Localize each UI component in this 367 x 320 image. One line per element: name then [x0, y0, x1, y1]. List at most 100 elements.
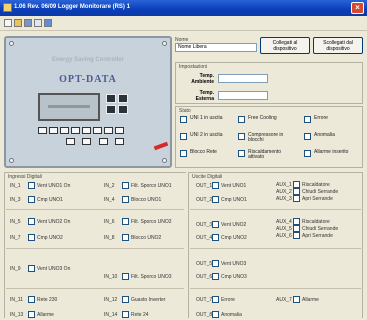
- input-checkbox[interactable]: [28, 311, 35, 318]
- row-divider: [6, 248, 184, 249]
- row-divider: [6, 209, 184, 210]
- input-label: Cmp UNO1: [37, 197, 63, 203]
- status-checkbox[interactable]: [180, 116, 187, 123]
- input-checkbox[interactable]: [28, 234, 35, 241]
- status-checkbox[interactable]: [304, 133, 311, 140]
- input-label: Allarme: [37, 312, 54, 318]
- input-checkbox[interactable]: [122, 296, 129, 303]
- stylus-icon: [153, 141, 169, 151]
- input-label: Vent UNO2 On: [37, 219, 71, 225]
- input-checkbox[interactable]: [28, 218, 35, 225]
- input-prefix: IN_1: [10, 183, 21, 189]
- aux-checkbox[interactable]: [293, 218, 300, 225]
- aux-label: Apri Serrande: [302, 233, 333, 239]
- output-label: Vent UNO2: [221, 222, 247, 228]
- status-label: Compressore in blocchi: [248, 132, 284, 143]
- input-label: Blocco UNO2: [131, 235, 162, 241]
- input-checkbox[interactable]: [122, 234, 129, 241]
- screw-icon: [162, 158, 167, 163]
- input-label: Rete 24: [131, 312, 149, 318]
- input-checkbox[interactable]: [122, 311, 129, 318]
- toolbar: [0, 16, 367, 31]
- input-label: Vent UNO1 On: [37, 183, 71, 189]
- save-icon[interactable]: [24, 19, 32, 27]
- aux-prefix: AUX_4: [276, 219, 292, 225]
- input-checkbox[interactable]: [122, 273, 129, 280]
- output-checkbox[interactable]: [212, 234, 219, 241]
- device-key: [66, 138, 75, 145]
- device-panel-image: Energy Saving Controller OPT-DATA: [4, 36, 172, 168]
- input-checkbox[interactable]: [122, 218, 129, 225]
- settings-section-label: Impostazioni: [179, 64, 208, 70]
- output-checkbox[interactable]: [212, 273, 219, 280]
- input-prefix: IN_4: [104, 197, 115, 203]
- status-checkbox[interactable]: [238, 116, 245, 123]
- status-checkbox[interactable]: [180, 150, 187, 157]
- print-icon[interactable]: [34, 19, 42, 27]
- output-checkbox[interactable]: [212, 196, 219, 203]
- output-label: Anomalia: [221, 312, 242, 318]
- aux-checkbox[interactable]: [293, 195, 300, 202]
- status-checkbox[interactable]: [180, 133, 187, 140]
- open-icon[interactable]: [14, 19, 22, 27]
- disconnect-button[interactable]: Scollegati dal dispositivo: [313, 37, 363, 54]
- status-label: Riscaldamento attivato: [248, 149, 282, 160]
- aux-label: Apri Serrande: [302, 196, 333, 202]
- input-label: Filt. Sporco UNO2: [131, 219, 172, 225]
- output-checkbox[interactable]: [212, 221, 219, 228]
- device-title: Energy Saving Controller: [51, 57, 124, 63]
- screw-icon: [9, 41, 14, 46]
- aux-prefix: AUX_1: [276, 182, 292, 188]
- device-brand: OPT-DATA: [59, 74, 117, 85]
- status-checkbox[interactable]: [304, 116, 311, 123]
- input-label: Filt. Sporco UNO1: [131, 183, 172, 189]
- input-label: Guasto Inverter: [131, 297, 166, 303]
- output-label: Cmp UNO2: [221, 235, 247, 241]
- input-label: Filt. Sporco UNO3: [131, 274, 172, 280]
- status-label: Free Cooling: [248, 115, 277, 121]
- input-checkbox[interactable]: [122, 182, 129, 189]
- device-key: [71, 127, 80, 134]
- input-checkbox[interactable]: [122, 196, 129, 203]
- output-prefix: OUT_4: [196, 235, 213, 241]
- aux-checkbox[interactable]: [293, 188, 300, 195]
- output-checkbox[interactable]: [212, 260, 219, 267]
- help-icon[interactable]: [44, 19, 52, 27]
- status-checkbox[interactable]: [238, 133, 245, 140]
- aux-checkbox[interactable]: [293, 181, 300, 188]
- status-checkbox[interactable]: [304, 150, 311, 157]
- connect-button[interactable]: Collegati al dispositivo: [260, 37, 310, 54]
- app-icon: [3, 3, 12, 12]
- input-checkbox[interactable]: [28, 296, 35, 303]
- aux-label: Chiudi Serrande: [302, 189, 339, 195]
- output-prefix: OUT_6: [196, 274, 213, 280]
- row-divider: [190, 248, 361, 249]
- status-panel: Stato UNI 1 in uscita Free Cooling Error…: [175, 106, 363, 168]
- status-checkbox[interactable]: [238, 150, 245, 157]
- temp-ambient-field[interactable]: [218, 74, 268, 83]
- input-checkbox[interactable]: [28, 182, 35, 189]
- device-button: [118, 94, 128, 103]
- input-prefix: IN_9: [10, 266, 21, 272]
- output-checkbox[interactable]: [212, 296, 219, 303]
- new-icon[interactable]: [4, 19, 12, 27]
- status-label: Blocco Rete: [190, 149, 217, 155]
- output-label: Cmp UNO1: [221, 197, 247, 203]
- aux-checkbox[interactable]: [293, 296, 300, 303]
- device-key: [82, 127, 91, 134]
- input-checkbox[interactable]: [28, 265, 35, 272]
- output-checkbox[interactable]: [212, 182, 219, 189]
- output-prefix: OUT_3: [196, 222, 213, 228]
- aux-prefix: AUX_7: [276, 297, 292, 303]
- temp-external-field[interactable]: [218, 91, 268, 100]
- output-label: Vent UNO1: [221, 183, 247, 189]
- settings-panel: Impostazioni Temp. Ambiente Temp. Estern…: [175, 62, 363, 104]
- name-field[interactable]: Nome Libera: [175, 43, 257, 52]
- output-checkbox[interactable]: [212, 311, 219, 318]
- device-key: [38, 127, 47, 134]
- aux-checkbox[interactable]: [293, 232, 300, 239]
- close-button[interactable]: ×: [351, 2, 364, 14]
- input-checkbox[interactable]: [28, 196, 35, 203]
- aux-checkbox[interactable]: [293, 225, 300, 232]
- screw-icon: [9, 158, 14, 163]
